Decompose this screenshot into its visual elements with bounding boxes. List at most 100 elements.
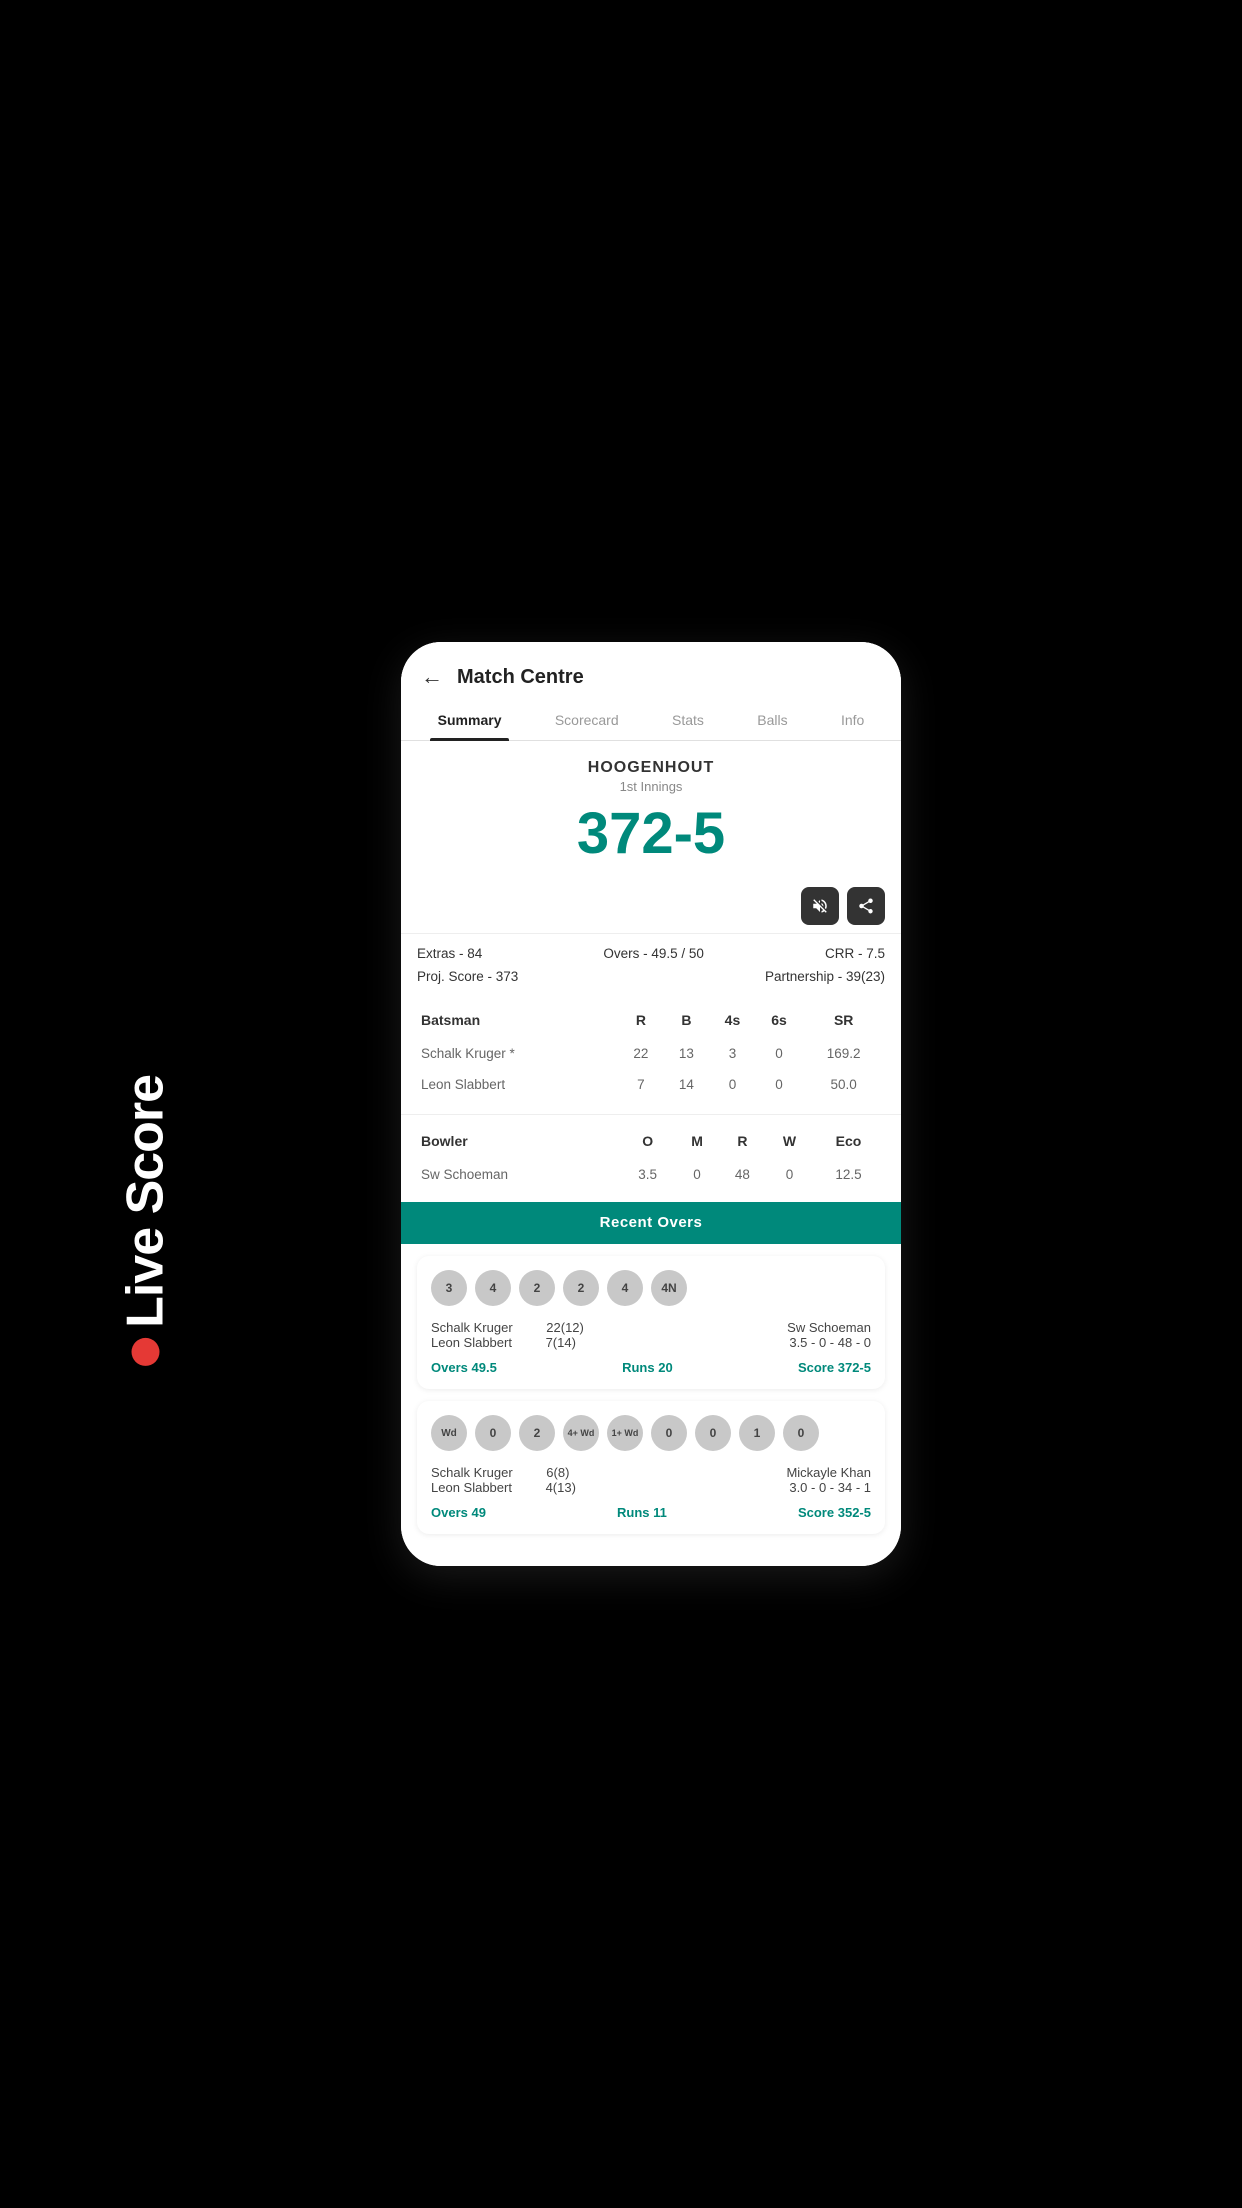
ball-1-5: 4 <box>607 1270 643 1306</box>
header: ← Match Centre <box>401 642 901 700</box>
back-button[interactable]: ← <box>421 664 443 690</box>
bowling-table: Bowler O M R W Eco Sw Schoeman 3.5 0 48 <box>417 1123 885 1190</box>
over-card-1-footer: Overs 49.5 Runs 20 Score 372-5 <box>431 1360 871 1375</box>
ball-2-1: Wd <box>431 1415 467 1451</box>
bowler-1-eco: 12.5 <box>812 1159 885 1190</box>
ball-1-6: 4N <box>651 1270 687 1306</box>
bowling-col-r: R <box>718 1123 767 1159</box>
bowler-1-r: 48 <box>718 1159 767 1190</box>
batsman-2-6s: 0 <box>756 1069 803 1100</box>
ball-1-2: 4 <box>475 1270 511 1306</box>
batsman-1-6s: 0 <box>756 1038 803 1069</box>
batsman-2-name: Leon Slabbert <box>417 1069 618 1100</box>
bowling-col-w: W <box>767 1123 812 1159</box>
batting-col-batsman: Batsman <box>417 1002 618 1038</box>
mute-button[interactable] <box>801 887 839 925</box>
main-score: 372-5 <box>421 800 881 867</box>
tab-bar: Summary Scorecard Stats Balls Info <box>401 700 901 741</box>
over-card-2-overs: Overs 49 <box>431 1505 486 1520</box>
stats-row-2: Proj. Score - 373 Partnership - 39(23) <box>417 965 885 988</box>
proj-score-stat: Proj. Score - 373 <box>417 969 518 984</box>
bowling-col-m: M <box>676 1123 718 1159</box>
crr-stat: CRR - 7.5 <box>825 946 885 961</box>
over-card-1-batsman-2: Leon Slabbert 7(14) <box>431 1335 584 1350</box>
batting-col-sr: SR <box>802 1002 885 1038</box>
ball-2-2: 0 <box>475 1415 511 1451</box>
ball-1-3: 2 <box>519 1270 555 1306</box>
ball-2-3: 2 <box>519 1415 555 1451</box>
batsman-1-b: 13 <box>664 1038 710 1069</box>
over-card-2-batsman-1: Schalk Kruger 6(8) <box>431 1465 576 1480</box>
ball-2-7: 0 <box>695 1415 731 1451</box>
ball-1-1: 3 <box>431 1270 467 1306</box>
over-card-1: 3 4 2 2 4 4N Schalk Kruger 22(12) Leon S… <box>417 1256 885 1389</box>
batsman-1-r: 22 <box>618 1038 664 1069</box>
action-icons <box>401 887 901 933</box>
batsman-1-name: Schalk Kruger * <box>417 1038 618 1069</box>
ball-2-6: 0 <box>651 1415 687 1451</box>
tab-scorecard[interactable]: Scorecard <box>547 700 627 740</box>
batting-col-4s: 4s <box>709 1002 756 1038</box>
bowler-1-m: 0 <box>676 1159 718 1190</box>
over-card-1-overs: Overs 49.5 <box>431 1360 497 1375</box>
ball-1-4: 2 <box>563 1270 599 1306</box>
tab-info[interactable]: Info <box>833 700 872 740</box>
share-icon <box>857 897 875 915</box>
over-card-2-batsman-2: Leon Slabbert 4(13) <box>431 1480 576 1495</box>
over-card-2-bowler: Mickayle Khan 3.0 - 0 - 34 - 1 <box>786 1465 871 1495</box>
recent-overs-header: Recent Overs <box>401 1202 901 1244</box>
bowling-col-bowler: Bowler <box>417 1123 619 1159</box>
ball-2-9: 0 <box>783 1415 819 1451</box>
bowling-row-1: Sw Schoeman 3.5 0 48 0 12.5 <box>417 1159 885 1190</box>
batsman-1-4s: 3 <box>709 1038 756 1069</box>
over-card-2-details: Schalk Kruger 6(8) Leon Slabbert 4(13) M… <box>431 1465 871 1495</box>
batsman-2-4s: 0 <box>709 1069 756 1100</box>
batting-col-b: B <box>664 1002 710 1038</box>
over-card-1-batsman-1: Schalk Kruger 22(12) <box>431 1320 584 1335</box>
divider-batting-bowling <box>401 1114 901 1115</box>
batting-row-1: Schalk Kruger * 22 13 3 0 169.2 <box>417 1038 885 1069</box>
app-content: ← Match Centre Summary Scorecard Stats B… <box>401 642 901 1566</box>
over-card-1-batsmen: Schalk Kruger 22(12) Leon Slabbert 7(14) <box>431 1320 584 1350</box>
over-card-2-batsmen: Schalk Kruger 6(8) Leon Slabbert 4(13) <box>431 1465 576 1495</box>
live-score-watermark: Live Score <box>116 1075 176 1366</box>
over-card-1-score: Score 372-5 <box>798 1360 871 1375</box>
live-dot <box>132 1338 160 1366</box>
over-card-2-runs: Runs 11 <box>617 1505 667 1520</box>
tab-stats[interactable]: Stats <box>664 700 712 740</box>
batsman-1-sr: 169.2 <box>802 1038 885 1069</box>
balls-row-1: 3 4 2 2 4 4N <box>431 1270 871 1306</box>
over-card-1-bowler: Sw Schoeman 3.5 - 0 - 48 - 0 <box>787 1320 871 1350</box>
phone-container: ← Match Centre Summary Scorecard Stats B… <box>401 642 901 1566</box>
batsman-2-sr: 50.0 <box>802 1069 885 1100</box>
bowler-1-name: Sw Schoeman <box>417 1159 619 1190</box>
team-name: HOOGENHOUT <box>421 759 881 777</box>
extras-stat: Extras - 84 <box>417 946 482 961</box>
tab-summary[interactable]: Summary <box>430 700 510 740</box>
over-card-1-details: Schalk Kruger 22(12) Leon Slabbert 7(14)… <box>431 1320 871 1350</box>
batting-row-2: Leon Slabbert 7 14 0 0 50.0 <box>417 1069 885 1100</box>
batting-col-6s: 6s <box>756 1002 803 1038</box>
stats-row-1: Extras - 84 Overs - 49.5 / 50 CRR - 7.5 <box>417 942 885 965</box>
batting-col-r: R <box>618 1002 664 1038</box>
page-title: Match Centre <box>457 666 584 689</box>
bowling-section: Bowler O M R W Eco Sw Schoeman 3.5 0 48 <box>401 1123 901 1202</box>
innings-label: 1st Innings <box>421 779 881 794</box>
ball-2-4: 4+ Wd <box>563 1415 599 1451</box>
overs-stat: Overs - 49.5 / 50 <box>603 946 704 961</box>
over-card-2-score: Score 352-5 <box>798 1505 871 1520</box>
recent-overs-title: Recent Overs <box>600 1214 703 1231</box>
ball-2-8: 1 <box>739 1415 775 1451</box>
bowling-col-o: O <box>619 1123 676 1159</box>
score-section: HOOGENHOUT 1st Innings 372-5 <box>401 741 901 887</box>
live-score-text: Live Score <box>116 1075 176 1328</box>
partnership-stat: Partnership - 39(23) <box>765 969 885 984</box>
batsman-2-b: 14 <box>664 1069 710 1100</box>
tab-balls[interactable]: Balls <box>749 700 795 740</box>
share-button[interactable] <box>847 887 885 925</box>
bowler-1-o: 3.5 <box>619 1159 676 1190</box>
over-card-1-runs: Runs 20 <box>622 1360 673 1375</box>
batting-section: Batsman R B 4s 6s SR Schalk Kruger * 22 … <box>401 1002 901 1112</box>
batsman-2-r: 7 <box>618 1069 664 1100</box>
ball-2-5: 1+ Wd <box>607 1415 643 1451</box>
